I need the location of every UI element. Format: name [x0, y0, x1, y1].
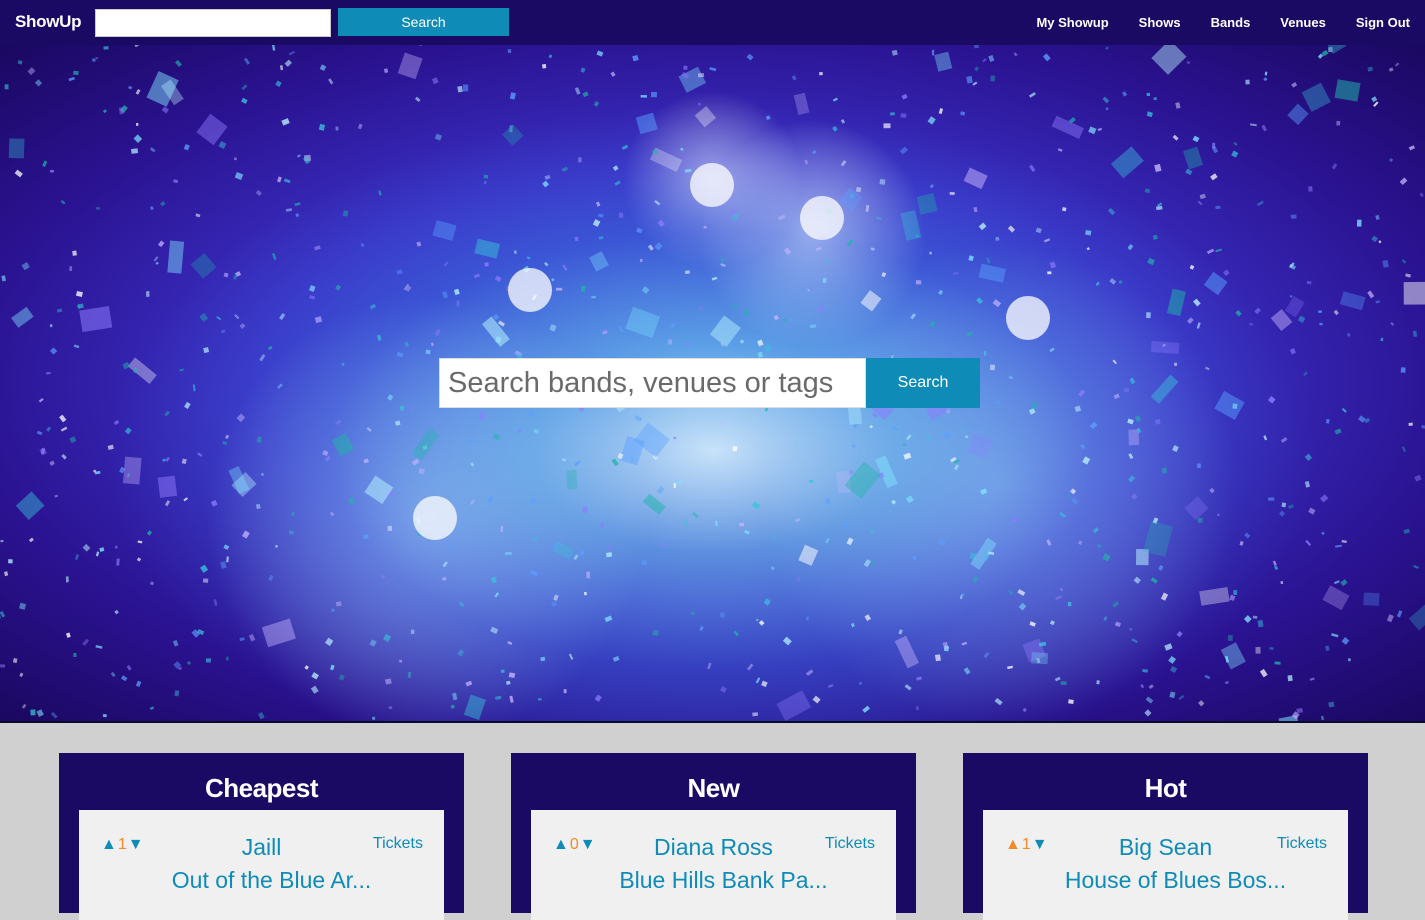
- panel-new: New ▲0▼ Diana Ross Tickets Blue Hills Ba…: [511, 753, 916, 920]
- main-nav: My Showup Shows Bands Venues Sign Out: [1006, 0, 1410, 45]
- brand-logo[interactable]: ShowUp: [15, 12, 82, 32]
- tickets-link[interactable]: Tickets: [1277, 835, 1327, 853]
- panel-title: Cheapest: [204, 773, 319, 803]
- top-search-input[interactable]: [95, 9, 331, 37]
- tickets-link[interactable]: Tickets: [373, 835, 423, 853]
- show-panels: Cheapest ▲1▼ Jaill Tickets Out of the Bl…: [0, 723, 1425, 920]
- nav-my-showup[interactable]: My Showup: [1036, 15, 1108, 30]
- panel-hot: Hot ▲1▼ Big Sean Tickets House of Blues …: [963, 753, 1368, 920]
- panel-title: New: [687, 773, 740, 803]
- nav-bands[interactable]: Bands: [1211, 15, 1251, 30]
- nav-venues[interactable]: Venues: [1280, 15, 1326, 30]
- hero-search-button[interactable]: Search: [866, 358, 980, 408]
- venue-link[interactable]: Out of the Blue Ar...: [79, 867, 464, 894]
- nav-sign-out[interactable]: Sign Out: [1356, 15, 1410, 30]
- show-card: ▲0▼ Diana Ross Tickets Blue Hills Bank P…: [531, 810, 896, 920]
- tickets-link[interactable]: Tickets: [825, 835, 875, 853]
- nav-shows[interactable]: Shows: [1139, 15, 1181, 30]
- venue-link[interactable]: Blue Hills Bank Pa...: [531, 867, 916, 894]
- show-card: ▲1▼ Jaill Tickets Out of the Blue Ar...: [79, 810, 444, 920]
- hero-banner: Search: [0, 45, 1425, 723]
- show-card: ▲1▼ Big Sean Tickets House of Blues Bos.…: [983, 810, 1348, 920]
- venue-link[interactable]: House of Blues Bos...: [983, 867, 1368, 894]
- top-navbar: ShowUp Search My Showup Shows Bands Venu…: [0, 0, 1425, 45]
- panel-title: Hot: [1144, 773, 1187, 803]
- top-search-button[interactable]: Search: [338, 8, 509, 36]
- hero-search-form: Search: [439, 358, 980, 408]
- hero-search-input[interactable]: [439, 358, 866, 408]
- panel-cheapest: Cheapest ▲1▼ Jaill Tickets Out of the Bl…: [59, 753, 464, 920]
